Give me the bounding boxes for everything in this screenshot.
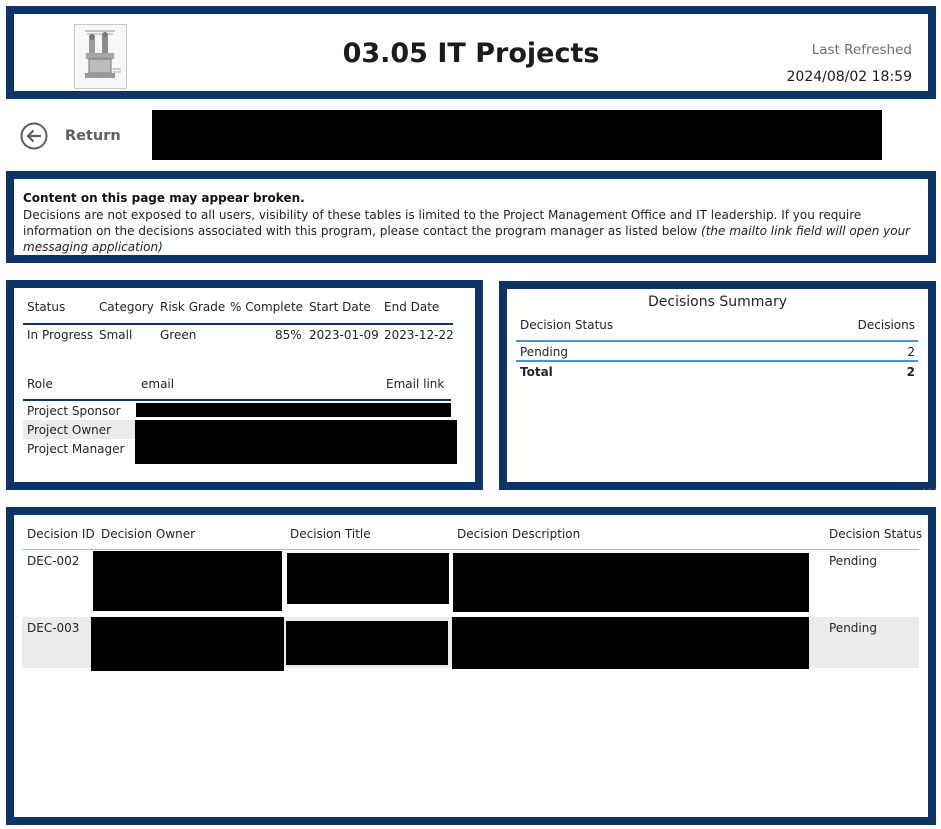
- column-header-role[interactable]: Role: [27, 377, 53, 391]
- end-date-value: 2023-12-22: [384, 328, 454, 342]
- report-header: 03.05 IT Projects Last Refreshed 2024/08…: [6, 6, 936, 99]
- column-header-decision-status[interactable]: Decision Status: [829, 527, 922, 541]
- complete-value: 85%: [275, 328, 302, 342]
- summary-header-divider: [516, 340, 918, 342]
- project-details-panel: Status Category Risk Grade % Complete St…: [6, 280, 483, 490]
- column-header-decision-owner[interactable]: Decision Owner: [101, 527, 195, 541]
- table-header-divider: [22, 549, 919, 550]
- risk-grade-value: Green: [160, 328, 197, 342]
- column-header-decisions[interactable]: Decisions: [858, 318, 915, 332]
- summary-total-value: 2: [906, 365, 915, 379]
- redacted-cell: [91, 617, 284, 671]
- redacted-email: [136, 403, 451, 417]
- role-project-owner: Project Owner: [27, 423, 112, 437]
- role-project-sponsor: Project Sponsor: [27, 404, 121, 418]
- last-refreshed-value: 2024/08/02 18:59: [786, 69, 913, 85]
- column-header-decision-description[interactable]: Decision Description: [457, 527, 580, 541]
- column-header-email[interactable]: email: [141, 377, 174, 391]
- more-options-icon[interactable]: ...: [922, 478, 938, 494]
- column-header-category[interactable]: Category: [99, 300, 154, 314]
- column-header-decision-id[interactable]: Decision ID: [27, 527, 95, 541]
- summary-count-pending: 2: [907, 345, 915, 359]
- status-value: In Progress: [27, 328, 94, 342]
- return-label: Return: [65, 128, 121, 144]
- arrow-left-circle-icon: [20, 122, 48, 150]
- decision-status-row-2: Pending: [829, 621, 877, 635]
- notice-panel: Content on this page may appear broken. …: [6, 171, 936, 263]
- redacted-cell: [287, 553, 449, 604]
- column-header-decision-title[interactable]: Decision Title: [290, 527, 371, 541]
- redacted-cell: [452, 617, 809, 669]
- return-button[interactable]: Return: [20, 120, 121, 152]
- decision-status-row-1: Pending: [829, 554, 877, 568]
- summary-status-pending: Pending: [520, 345, 568, 359]
- summary-total-divider: [516, 360, 918, 362]
- column-header-start-date[interactable]: Start Date: [309, 300, 371, 314]
- page-title: 03.05 IT Projects: [342, 38, 600, 69]
- column-header-email-link[interactable]: Email link: [386, 377, 444, 391]
- decision-id-row-1: DEC-002: [27, 554, 80, 568]
- column-header-risk-grade[interactable]: Risk Grade: [160, 300, 225, 314]
- redacted-email: [135, 420, 457, 464]
- start-date-value: 2023-01-09: [309, 328, 379, 342]
- redacted-cell: [286, 621, 448, 665]
- decisions-summary-panel: Decisions Summary Decision Status Decisi…: [499, 281, 936, 490]
- column-header-status[interactable]: Status: [27, 300, 65, 314]
- redacted-cell: [93, 551, 282, 611]
- decisions-table-panel: Decision ID Decision Owner Decision Titl…: [6, 507, 936, 825]
- contacts-header-divider: [23, 399, 451, 401]
- column-header-complete[interactable]: % Complete: [230, 300, 303, 314]
- last-refreshed-label: Last Refreshed: [811, 42, 912, 58]
- header-divider: [23, 323, 453, 325]
- role-project-manager: Project Manager: [27, 442, 125, 456]
- category-value: Small: [99, 328, 133, 342]
- redacted-cell: [453, 553, 809, 612]
- summary-total-label: Total: [520, 365, 553, 379]
- column-header-decision-status[interactable]: Decision Status: [520, 318, 613, 332]
- summary-title: Decisions Summary: [647, 294, 787, 310]
- notice-title: Content on this page may appear broken.: [23, 191, 305, 205]
- column-header-end-date[interactable]: End Date: [384, 300, 439, 314]
- notice-text: Decisions are not exposed to all users, …: [23, 207, 913, 255]
- decision-id-row-2: DEC-003: [27, 621, 80, 635]
- redacted-block: [152, 110, 882, 160]
